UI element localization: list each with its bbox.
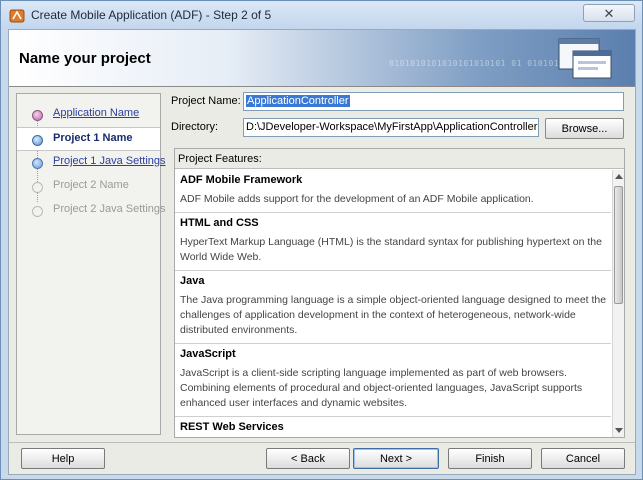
feature-description: ADF Mobile adds support for the developm… xyxy=(180,193,534,205)
feature-name: Java xyxy=(180,275,205,287)
feature-item: Java The Java programming language is a … xyxy=(175,271,611,344)
feature-description: JavaScript is a client-side scripting la… xyxy=(180,367,583,409)
step-current-icon xyxy=(32,135,43,146)
project-name-label: Project Name: xyxy=(171,95,241,107)
close-window-button[interactable]: ✕ xyxy=(583,4,635,22)
page-title: Name your project xyxy=(19,50,151,67)
step-project-2-java-settings: Project 2 Java Settings xyxy=(17,199,166,221)
feature-description: HyperText Markup Language (HTML) is the … xyxy=(180,236,602,263)
wizard-windows-icon xyxy=(558,38,612,79)
window-title: Create Mobile Application (ADF) - Step 2… xyxy=(31,8,272,22)
scroll-thumb[interactable] xyxy=(614,186,623,304)
directory-value: D:\JDeveloper-Workspace\MyFirstApp\Appli… xyxy=(246,121,538,133)
next-button[interactable]: Next > xyxy=(353,448,439,469)
feature-item: JavaScript JavaScript is a client-side s… xyxy=(175,344,611,417)
directory-label: Directory: xyxy=(171,121,219,133)
feature-name: HTML and CSS xyxy=(180,217,259,229)
features-title: Project Features: xyxy=(178,153,262,165)
feature-name: ADF Mobile Framework xyxy=(180,174,303,186)
scroll-up-arrow-icon[interactable] xyxy=(615,174,623,179)
step-pending-icon xyxy=(32,158,43,169)
browse-button[interactable]: Browse... xyxy=(545,118,624,139)
binary-decoration: 0101010101010101010101 01 0101010101 xyxy=(389,59,581,68)
features-header: Project Features: xyxy=(175,149,624,169)
cancel-button[interactable]: Cancel xyxy=(541,448,625,469)
feature-item: REST Web Services xyxy=(175,417,611,437)
feature-name: JavaScript xyxy=(180,348,236,360)
step-disabled-icon xyxy=(32,206,43,217)
features-list: ADF Mobile Framework ADF Mobile adds sup… xyxy=(175,170,611,437)
help-button[interactable]: Help xyxy=(21,448,105,469)
wizard-steps-nav: Application Name Project 1 Name Project … xyxy=(16,93,166,435)
step-project-2-name: Project 2 Name xyxy=(17,175,160,197)
step-label: Application Name xyxy=(53,107,140,119)
project-features-panel: Project Features: ADF Mobile Framework A… xyxy=(174,148,625,438)
jdeveloper-app-icon xyxy=(9,9,25,23)
step-label: Project 1 Java Settings xyxy=(53,155,166,167)
step-project-1-name[interactable]: Project 1 Name xyxy=(17,127,160,151)
back-button[interactable]: < Back xyxy=(266,448,350,469)
step-project-1-java-settings[interactable]: Project 1 Java Settings xyxy=(17,151,166,173)
scroll-down-arrow-icon[interactable] xyxy=(615,428,623,433)
feature-item: HTML and CSS HyperText Markup Language (… xyxy=(175,213,611,271)
project-name-value: ApplicationController xyxy=(246,95,350,107)
step-disabled-icon xyxy=(32,182,43,193)
feature-description: The Java programming language is a simpl… xyxy=(180,294,607,336)
feature-name: REST Web Services xyxy=(180,421,284,433)
step-label: Project 1 Name xyxy=(53,132,133,144)
step-application-name[interactable]: Application Name xyxy=(17,103,160,125)
button-bar-divider xyxy=(9,442,635,443)
step-label: Project 2 Java Settings xyxy=(53,203,166,215)
title-bar: Create Mobile Application (ADF) - Step 2… xyxy=(1,1,642,29)
wizard-dialog: Name your project 0101010101010101010101… xyxy=(8,29,636,475)
step-label: Project 2 Name xyxy=(53,179,129,191)
wizard-header: Name your project 0101010101010101010101… xyxy=(9,30,635,87)
step-completed-icon xyxy=(32,110,43,121)
wizard-window: Create Mobile Application (ADF) - Step 2… xyxy=(0,0,643,480)
close-icon: ✕ xyxy=(603,5,615,21)
features-scrollbar[interactable] xyxy=(612,170,624,437)
project-name-input[interactable]: ApplicationController xyxy=(243,92,624,111)
feature-item: ADF Mobile Framework ADF Mobile adds sup… xyxy=(175,170,611,213)
finish-button[interactable]: Finish xyxy=(448,448,532,469)
directory-input[interactable]: D:\JDeveloper-Workspace\MyFirstApp\Appli… xyxy=(243,118,539,137)
